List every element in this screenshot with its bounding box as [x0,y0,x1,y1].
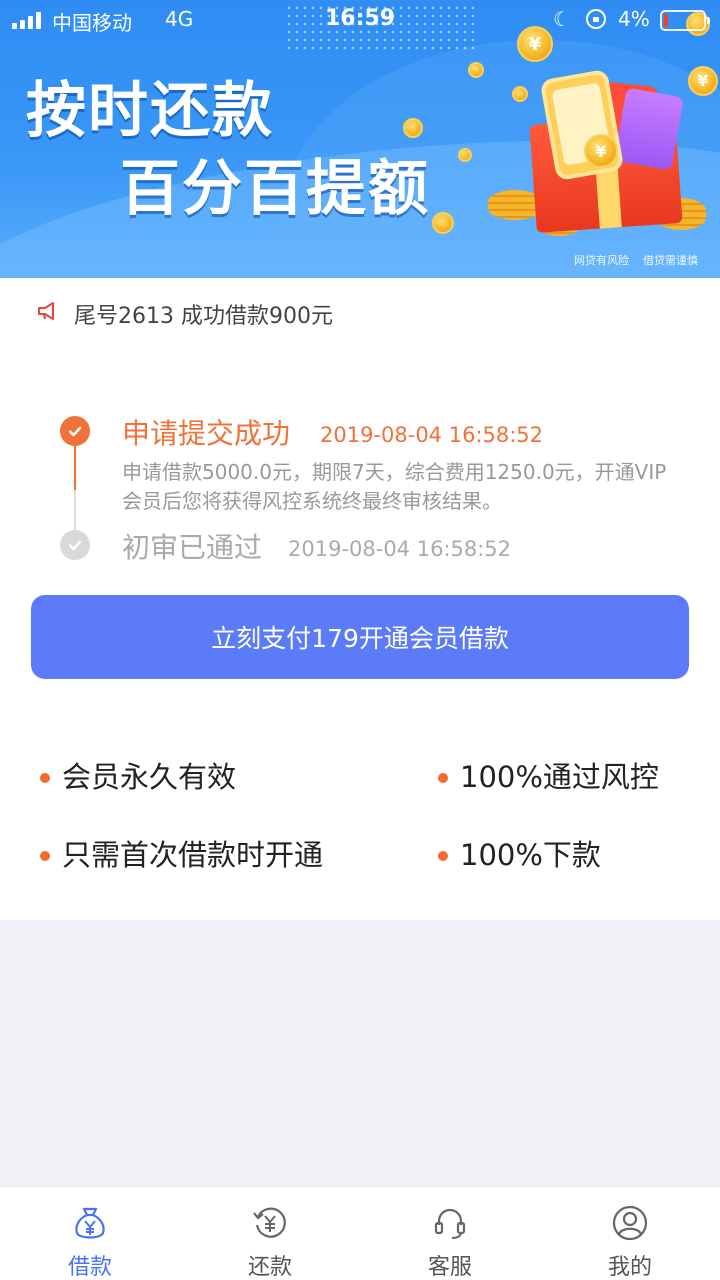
risk-disclaimer: 网贷有风险 借贷需谨慎 [574,252,698,268]
bullet-dot [438,773,448,783]
step-time: 2019-08-04 16:58:52 [288,537,512,561]
notice-text: 尾号2613 成功借款900元 [74,304,333,329]
feature-item: 只需首次借款时开通 [40,832,323,874]
coin-icon: ¥ [688,66,718,96]
promo-banner[interactable]: ¥ ¥ ¥ 按时还款 百分百提额 网贷有风险 借贷需谨慎 中国移动 4G 16:… [0,0,720,278]
bottom-tab-bar: 借款 还款 客服 我的 [0,1186,720,1280]
battery-icon [660,10,710,31]
coin-icon [468,62,484,78]
profile-icon [612,1205,648,1241]
status-bar: 中国移动 4G 16:59 ☾ 4% [0,0,720,40]
step-title: 初审已通过 [122,531,263,564]
bullet-dot [438,851,448,861]
moon-icon: ☾ [553,7,571,31]
coin-icon [512,86,528,102]
coin-icon: ¥ [584,134,618,168]
feature-text: 100%通过风控 [460,760,659,794]
banner-headline-line2: 百分百提额 [120,154,430,224]
step-description: 申请借款5000.0元，期限7天，综合费用1250.0元，开通VIP会员后您将获… [122,460,667,513]
loan-notice-bar: 尾号2613 成功借款900元 [0,278,720,346]
bullet-dot [40,851,50,861]
clock: 16:59 [324,6,396,31]
feature-item: 会员永久有效 [40,754,236,796]
feature-item: 100%通过风控 [438,754,659,796]
step-time: 2019-08-04 16:58:52 [320,423,544,447]
feature-text: 只需首次借款时开通 [62,838,324,872]
coin-icon [403,118,423,138]
rotation-lock-icon [586,9,606,29]
tab-customer-service[interactable]: 客服 [360,1187,540,1280]
disclaimer-text: 网贷有风险 [574,254,629,267]
speaker-icon [38,302,54,320]
tab-loan[interactable]: 借款 [0,1187,180,1280]
tab-label: 借款 [67,1255,112,1280]
tab-label: 客服 [427,1255,472,1280]
check-icon [60,530,90,560]
feature-item: 100%下款 [438,832,601,874]
banner-headline-line1: 按时还款 [26,76,274,146]
feature-text: 100%下款 [460,838,601,872]
loan-status-panel: 申请提交成功 2019-08-04 16:58:52 申请借款5000.0元，期… [0,346,720,920]
coin-icon [458,148,472,162]
repay-icon [253,1207,286,1238]
tab-label: 我的 [607,1255,652,1280]
tab-profile[interactable]: 我的 [540,1187,720,1280]
battery-percent: 4% [618,7,650,31]
headset-icon [434,1208,466,1239]
step-title: 申请提交成功 [122,417,291,450]
coin-icon [432,212,454,234]
check-icon [60,416,90,446]
tab-repay[interactable]: 还款 [180,1187,360,1280]
bullet-dot [40,773,50,783]
disclaimer-text: 借贷需谨慎 [643,254,698,267]
loan-bag-icon [75,1207,105,1239]
pay-membership-button[interactable]: 立刻支付179开通会员借款 [31,595,689,679]
feature-text: 会员永久有效 [62,760,237,794]
tab-label: 还款 [247,1255,292,1280]
